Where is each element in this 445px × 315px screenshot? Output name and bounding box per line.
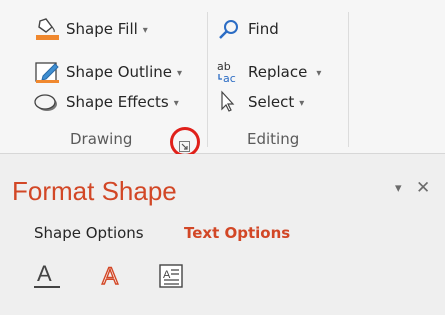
select-label: Select xyxy=(248,93,295,111)
svg-text:A: A xyxy=(102,263,118,290)
select-button[interactable]: Select ▾ xyxy=(216,89,304,115)
pencil-outline-icon xyxy=(34,60,60,84)
textbox-icon[interactable]: A xyxy=(157,259,187,291)
pane-options-dropdown-icon[interactable]: ▾ xyxy=(395,181,402,196)
text-fill-outline-icon[interactable]: A xyxy=(33,259,63,291)
chevron-down-icon: ▾ xyxy=(316,67,322,79)
shape-effects-label: Shape Effects xyxy=(66,93,169,111)
close-icon[interactable]: ✕ xyxy=(416,178,430,198)
svg-text:A: A xyxy=(163,269,171,281)
group-divider xyxy=(348,12,349,147)
tab-shape-options[interactable]: Shape Options xyxy=(34,224,144,242)
shape-effects-button[interactable]: Shape Effects ▾ xyxy=(34,89,179,115)
svg-text:A: A xyxy=(37,261,52,286)
tab-text-options[interactable]: Text Options xyxy=(184,224,290,242)
replace-label: Replace xyxy=(248,63,308,81)
dialog-launcher-icon[interactable] xyxy=(179,137,190,152)
find-label: Find xyxy=(248,20,279,38)
chevron-down-icon: ▾ xyxy=(299,97,305,109)
shape-outline-button[interactable]: Shape Outline ▾ xyxy=(34,59,182,85)
shape-outline-label: Shape Outline xyxy=(66,63,173,81)
svg-text:ac: ac xyxy=(223,72,236,84)
replace-icon: ab ac xyxy=(216,60,242,84)
shape-effects-icon xyxy=(34,90,60,114)
find-button[interactable]: Find xyxy=(216,16,279,42)
paint-bucket-icon xyxy=(34,17,60,41)
drawing-group-label: Drawing xyxy=(70,130,133,148)
cursor-arrow-icon xyxy=(216,90,242,114)
group-divider xyxy=(207,12,208,147)
shape-fill-label: Shape Fill xyxy=(66,20,138,38)
chevron-down-icon: ▾ xyxy=(142,24,148,36)
pane-title: Format Shape xyxy=(12,176,177,206)
editing-group-label: Editing xyxy=(247,130,300,148)
magnifier-icon xyxy=(216,17,242,41)
chevron-down-icon: ▾ xyxy=(173,97,179,109)
replace-button[interactable]: ab ac Replace ▾ xyxy=(216,59,321,85)
chevron-down-icon: ▾ xyxy=(177,67,183,79)
text-effects-icon[interactable]: A xyxy=(99,259,129,291)
shape-fill-button[interactable]: Shape Fill ▾ xyxy=(34,16,148,42)
